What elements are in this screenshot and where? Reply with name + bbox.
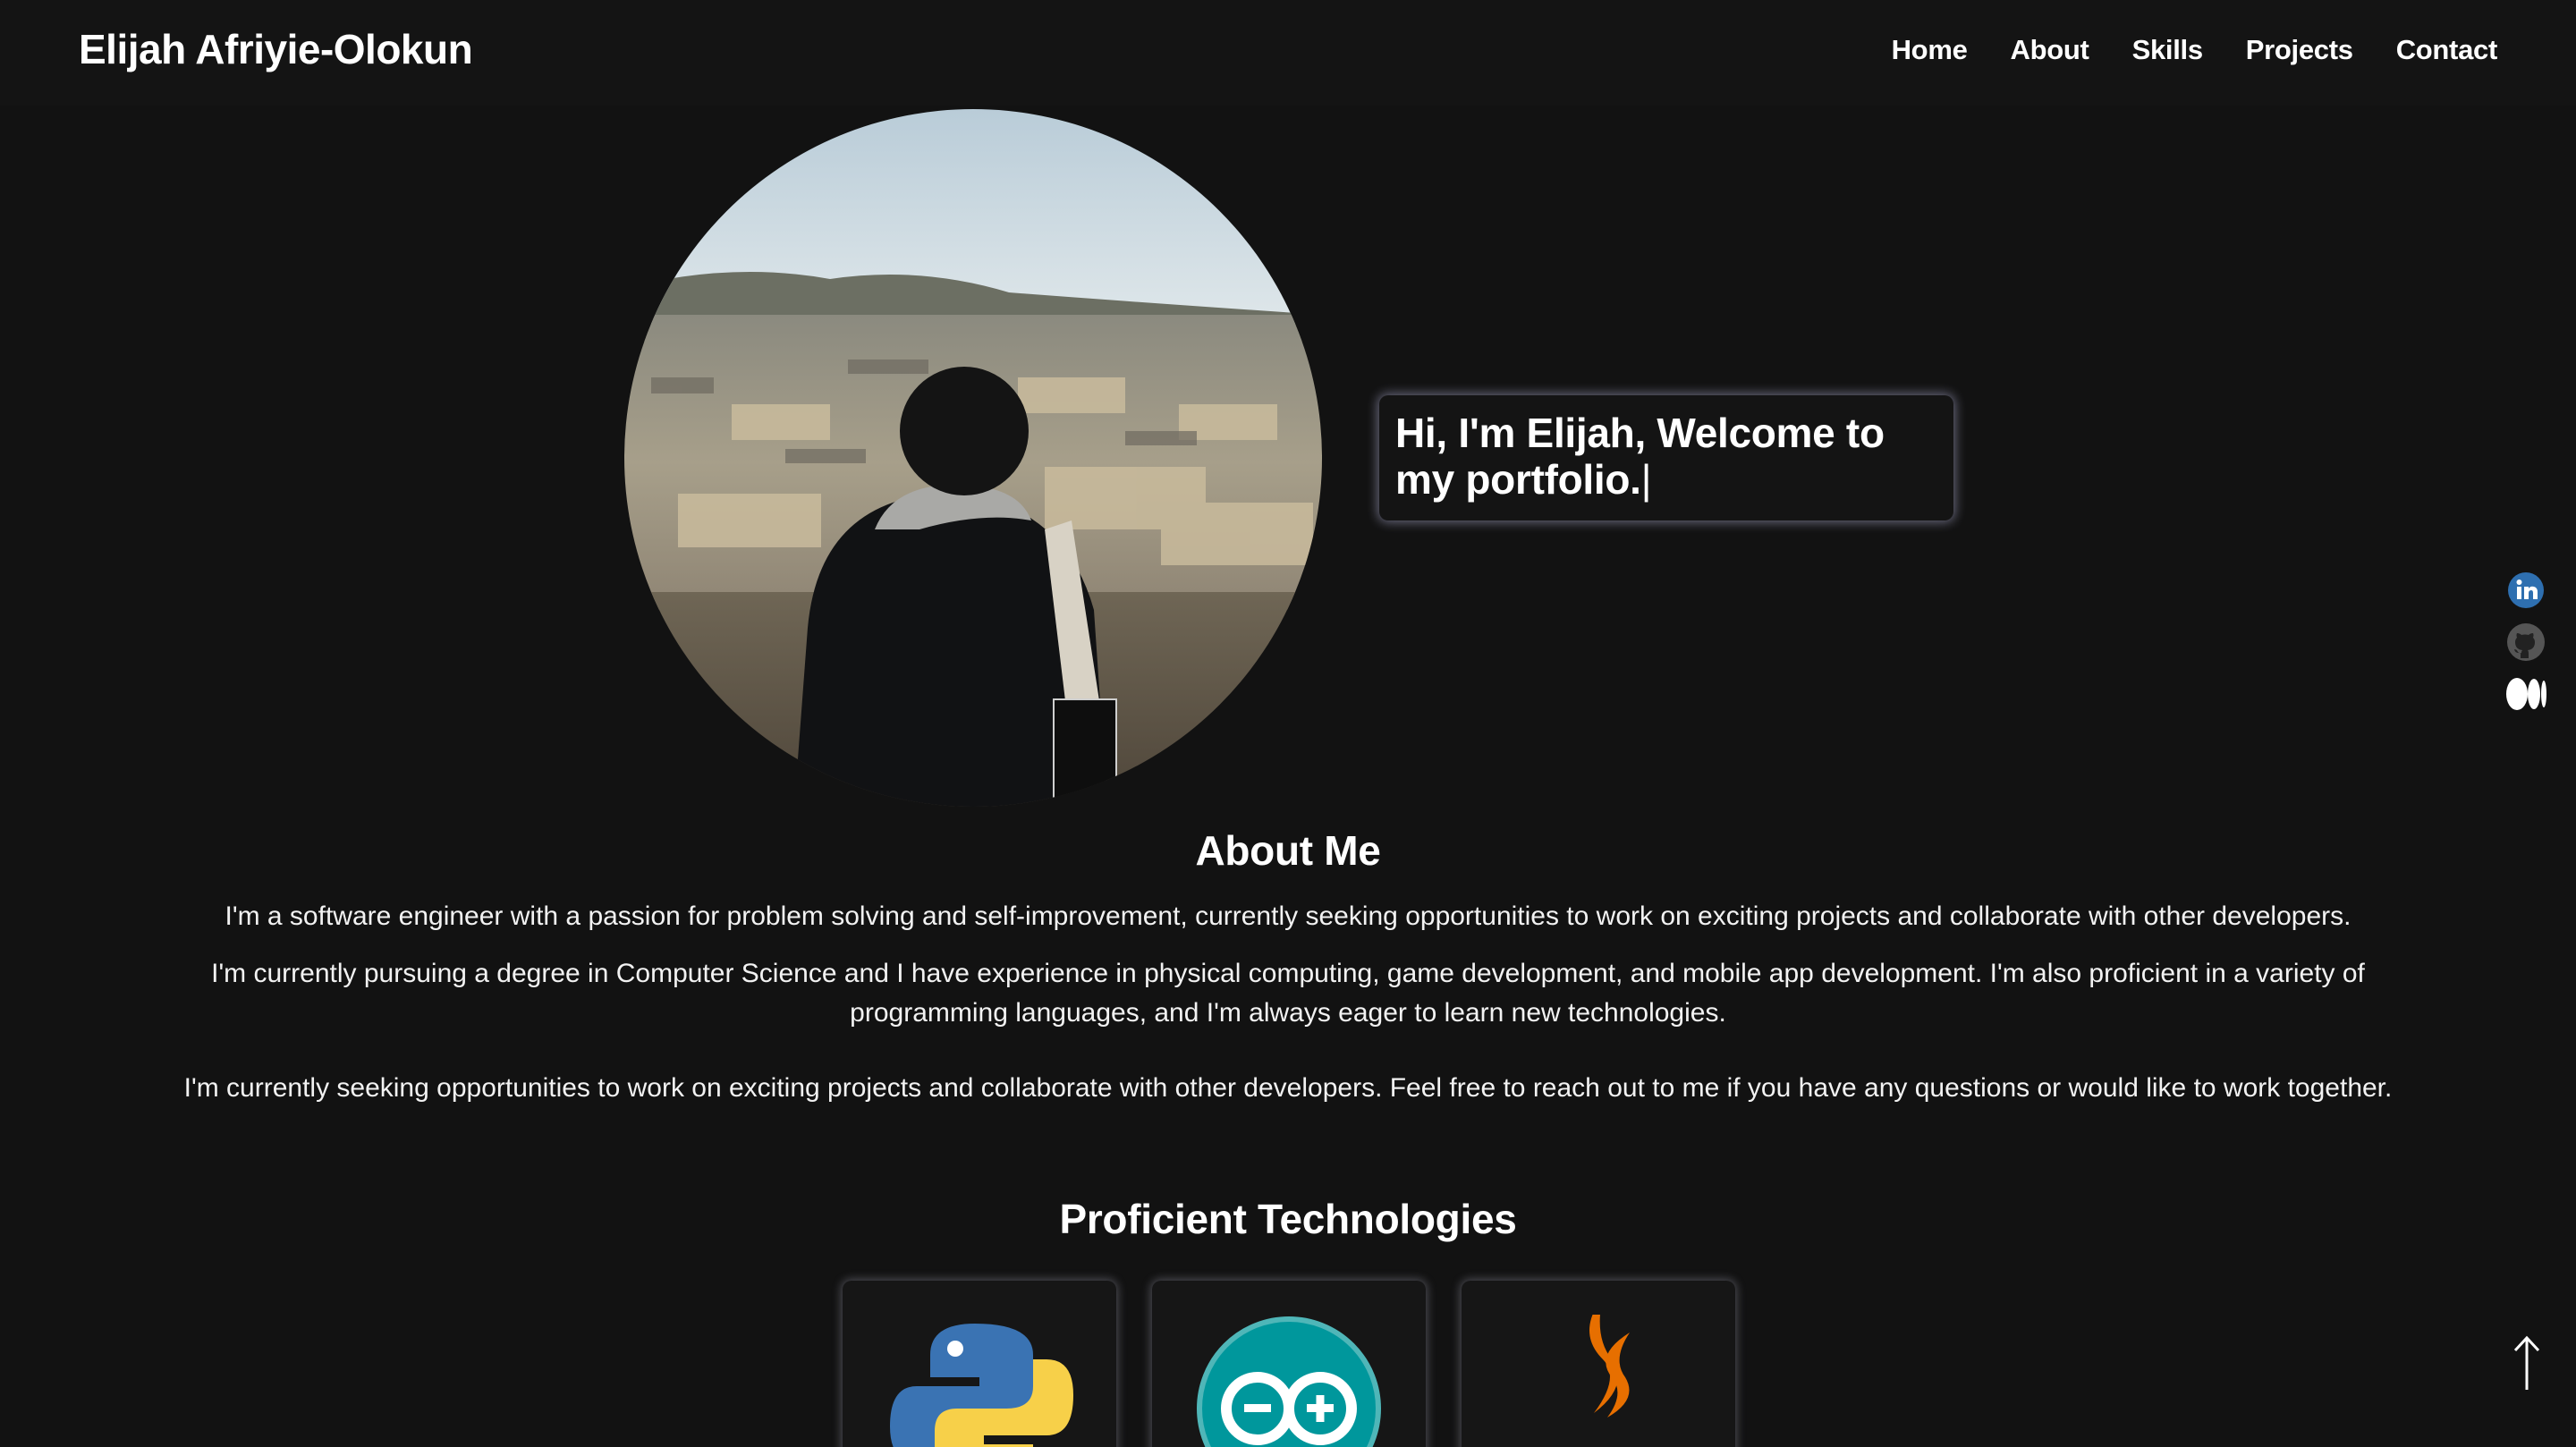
github-icon[interactable] (2504, 621, 2547, 664)
back-to-top-arrow-icon[interactable] (2504, 1333, 2549, 1393)
about-title: About Me (1195, 827, 1381, 874)
site-header: Elijah Afriyie-Olokun Home About Skills … (0, 0, 2576, 106)
main-nav: Home About Skills Projects Contact (1892, 34, 2498, 66)
typing-cursor: | (1640, 456, 1652, 503)
medium-icon[interactable] (2504, 673, 2547, 715)
about-paragraph-3: I'm currently seeking opportunities to w… (183, 1073, 2393, 1103)
social-links (2504, 569, 2549, 724)
arduino-icon (1197, 1316, 1381, 1447)
nav-skills-link[interactable]: Skills (2132, 34, 2204, 66)
profile-photo (624, 109, 1322, 807)
nav-about-link[interactable]: About (2011, 34, 2089, 66)
nav-projects-link[interactable]: Projects (2246, 34, 2353, 66)
nav-contact-link[interactable]: Contact (2396, 34, 2498, 66)
tech-card-arduino[interactable] (1152, 1281, 1426, 1447)
brand-name[interactable]: Elijah Afriyie-Olokun (79, 25, 473, 73)
technologies-list (843, 1281, 1735, 1447)
tech-card-java[interactable] (1462, 1281, 1735, 1447)
profile-photo-illustration (624, 109, 1322, 807)
java-icon (1589, 1315, 1630, 1417)
python-icon (890, 1324, 1073, 1447)
tech-card-python[interactable] (843, 1281, 1116, 1447)
portfolio-page: Elijah Afriyie-Olokun Home About Skills … (0, 0, 2576, 1447)
greeting-text: Hi, I'm Elijah, Welcome to my portfolio. (1395, 410, 1885, 503)
greeting-card: Hi, I'm Elijah, Welcome to my portfolio.… (1379, 395, 1953, 520)
linkedin-icon[interactable] (2504, 569, 2547, 612)
about-paragraph-2: I'm currently pursuing a degree in Compu… (211, 959, 2365, 1028)
technologies-title: Proficient Technologies (1059, 1196, 1517, 1242)
about-paragraph-1: I'm a software engineer with a passion f… (225, 901, 2351, 931)
nav-home-link[interactable]: Home (1892, 34, 1968, 66)
